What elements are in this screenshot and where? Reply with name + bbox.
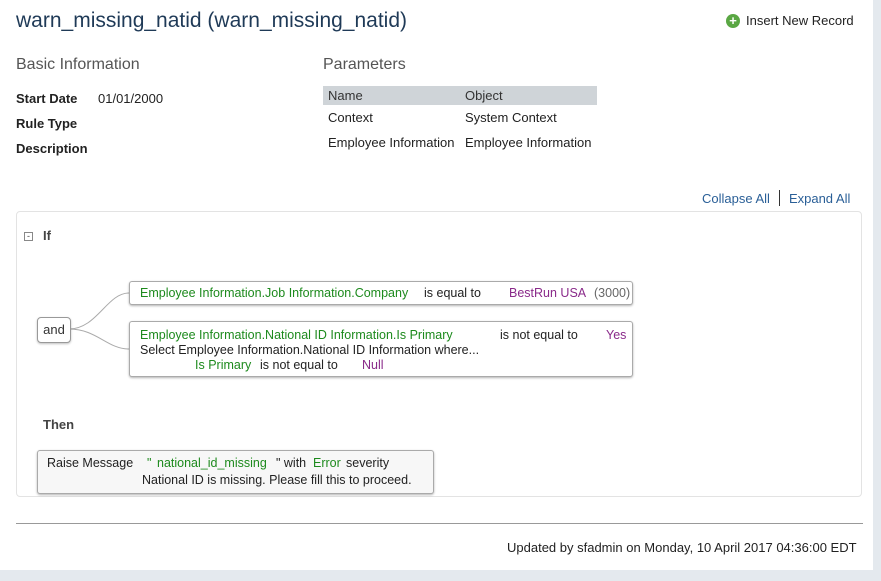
collapse-expand-links: Collapse All Expand All — [702, 190, 850, 206]
action-quote-open: " — [147, 456, 152, 470]
sub-condition-field: Is Primary — [195, 358, 252, 372]
rule-type-label: Rule Type — [16, 116, 78, 131]
action-quote-close: " with — [276, 456, 307, 470]
start-date-label: Start Date — [16, 91, 78, 106]
collapse-if-icon[interactable]: - — [24, 232, 33, 241]
condition-field: Employee Information.Job Information.Com… — [140, 286, 409, 300]
collapse-all-link[interactable]: Collapse All — [702, 191, 770, 206]
column-header-object: Object — [460, 86, 597, 105]
param-name: Context — [328, 110, 373, 125]
action-severity-suffix: severity — [346, 456, 390, 470]
expand-all-link[interactable]: Expand All — [789, 191, 850, 206]
condition-value-code: (3000) — [594, 286, 631, 300]
parameters-table: Name Object Context System Context Emplo… — [323, 86, 597, 155]
updated-by-text: Updated by sfadmin on Monday, 10 April 2… — [507, 540, 857, 555]
table-header-row: Name Object — [323, 86, 597, 105]
if-label: If — [43, 228, 51, 243]
plus-circle-icon: + — [726, 13, 740, 28]
sub-condition-value: Null — [362, 358, 384, 372]
action-severity: Error — [313, 456, 341, 470]
table-row: Employee Information Employee Informatio… — [323, 130, 597, 155]
condition-value: BestRun USA — [509, 286, 587, 300]
insert-new-record-button[interactable]: + Insert New Record — [726, 13, 854, 28]
insert-new-record-label: Insert New Record — [746, 13, 854, 28]
column-header-name: Name — [323, 86, 460, 105]
page-title: warn_missing_natid (warn_missing_natid) — [16, 9, 408, 32]
condition-value: Yes — [606, 328, 627, 342]
condition-operator: is not equal to — [500, 328, 578, 342]
rule-panel: - If and Employee Information.Job Inform… — [16, 211, 862, 497]
select-where-text: Select Employee Information.National ID … — [140, 343, 480, 357]
basic-info-heading: Basic Information — [16, 56, 140, 73]
action-verb: Raise Message — [47, 456, 134, 470]
action-raise-message[interactable]: Raise Message " national_id_missing " wi… — [37, 450, 434, 494]
and-operator[interactable]: and — [37, 317, 71, 343]
param-object: System Context — [465, 110, 557, 125]
param-name: Employee Information — [328, 135, 455, 150]
param-object: Employee Information — [465, 135, 592, 150]
divider — [778, 190, 780, 206]
action-message-text: National ID is missing. Please fill this… — [142, 473, 412, 487]
then-label: Then — [43, 417, 75, 432]
start-date-value: 01/01/2000 — [98, 91, 164, 106]
parameters-heading: Parameters — [323, 56, 406, 73]
description-label: Description — [16, 141, 88, 156]
sub-condition-operator: is not equal to — [260, 358, 338, 372]
condition-field: Employee Information.National ID Informa… — [140, 328, 453, 342]
condition-operator: is equal to — [424, 286, 481, 300]
condition-company[interactable]: Employee Information.Job Information.Com… — [129, 281, 633, 305]
divider — [16, 523, 863, 524]
condition-national-id[interactable]: Employee Information.National ID Informa… — [129, 321, 633, 377]
rule-detail-page: warn_missing_natid (warn_missing_natid) … — [0, 0, 873, 570]
table-row: Context System Context — [323, 105, 597, 130]
action-message-key: national_id_missing — [157, 456, 267, 470]
